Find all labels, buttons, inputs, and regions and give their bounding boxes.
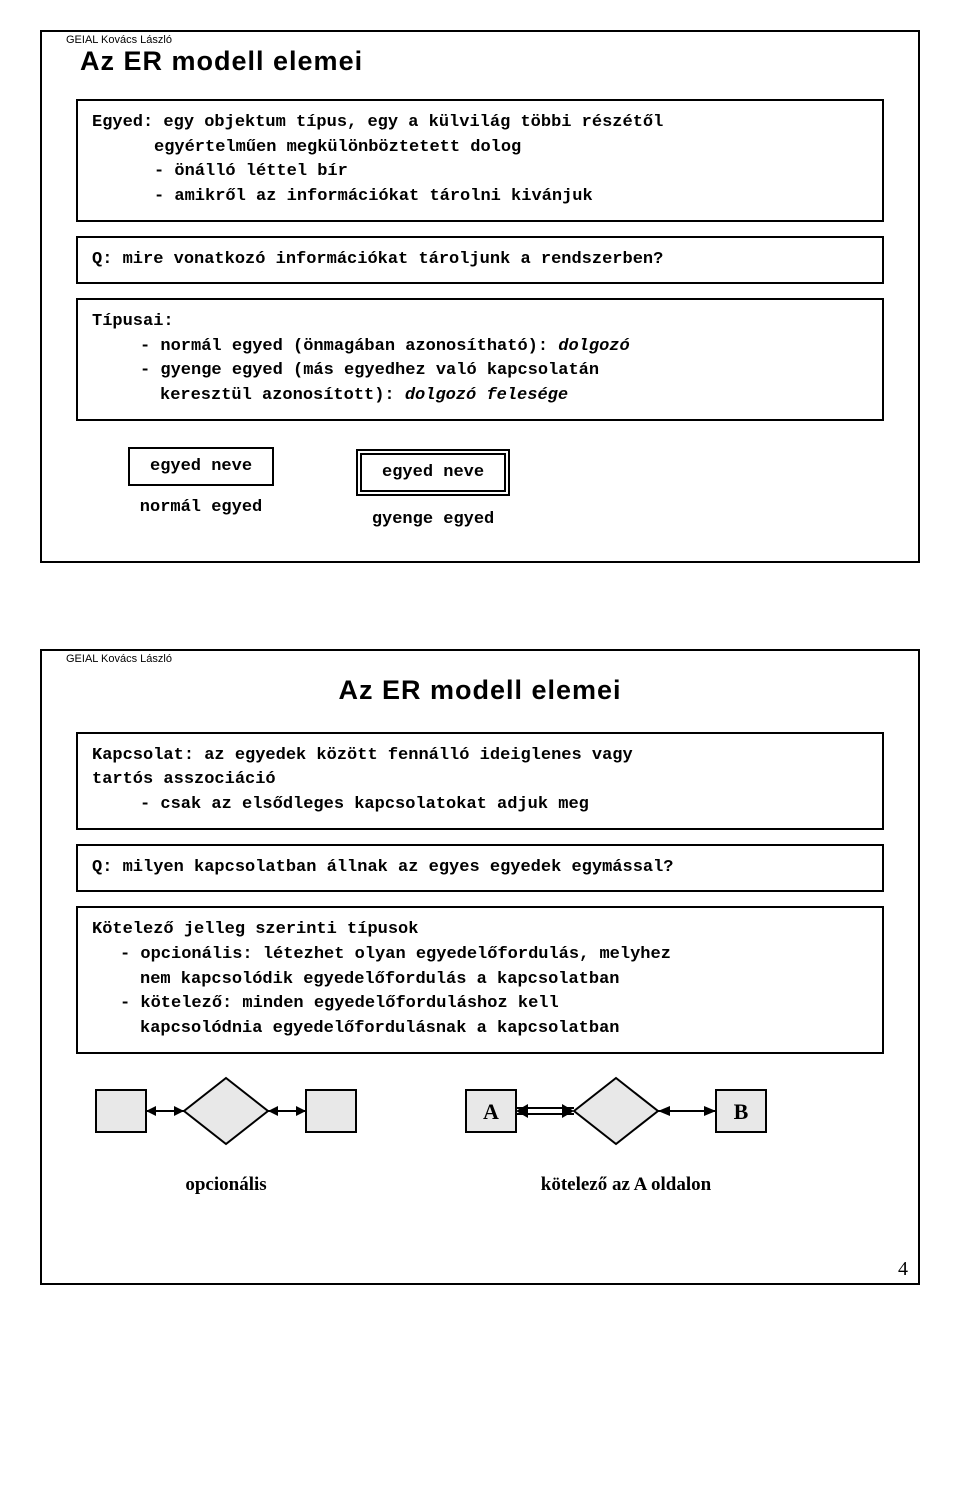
weak-entity-figure: egyed neve gyenge egyed [354,447,512,529]
text-line: - amikről az információkat tárolni kiván… [92,185,868,210]
slide2-box-types: Kötelező jelleg szerinti típusok - opcio… [76,906,884,1053]
text-line: nem kapcsolódik egyedelőfordulás a kapcs… [92,968,868,993]
slide1-figure-row: egyed neve normál egyed egyed neve gyeng… [128,447,884,529]
label-b: B [734,1099,749,1124]
text-line: - csak az elsődleges kapcsolatokat adjuk… [92,793,868,818]
text-line: - gyenge egyed (más egyedhez való kapcso… [92,359,868,384]
text-line: Kötelező jelleg szerinti típusok [92,918,868,943]
text-line: Egyed: egy objektum típus, egy a külvilá… [92,111,868,136]
slide-2-frame: Az ER modell elemei Kapcsolat: az egyede… [40,649,920,1285]
text-line: kapcsolódnia egyedelőfordulásnak a kapcs… [92,1017,868,1042]
slide2-box-question: Q: milyen kapcsolatban állnak az egyes e… [76,844,884,893]
page-number: 4 [898,1258,908,1281]
slide2-credit: GEIAL Kovács László [66,653,172,1277]
slide2-diagram: opcionális A B [76,1072,884,1217]
slide1-box-types: Típusai: - normál egyed (önmagában azono… [76,298,884,421]
label-a: A [483,1099,499,1124]
slide-2-title: Az ER modell elemei [76,675,884,706]
text-line: keresztül azonosított): dolgozó felesége [92,384,868,409]
slide-1-frame: Az ER modell elemei Egyed: egy objektum … [40,30,920,563]
text-line: Q: mire vonatkozó információkat tároljun… [92,250,663,269]
text-line: Q: milyen kapcsolatban állnak az egyes e… [92,858,674,877]
text-line: - kötelező: minden egyedelőforduláshoz k… [92,992,868,1017]
text-line: egyértelműen megkülönböztetett dolog [92,136,868,161]
weak-entity-caption: gyenge egyed [372,510,494,529]
weak-entity-box: egyed neve [360,453,506,492]
slide-1-title: Az ER modell elemei [80,46,884,77]
slide1-box-egyed-def: Egyed: egy objektum típus, egy a külvilá… [76,99,884,222]
text-line: - önálló léttel bír [92,160,868,185]
text-line: - normál egyed (önmagában azonosítható):… [92,335,868,360]
text-line: tartós asszociáció [92,768,868,793]
mandatory-caption: kötelező az A oldalon [541,1174,712,1195]
mandatory-diagram: A B [466,1078,766,1195]
text-line: Típusai: [92,310,868,335]
optional-caption: opcionális [185,1174,266,1195]
slide1-box-question: Q: mire vonatkozó információkat tároljun… [76,236,884,285]
er-relation-diagram: opcionális A B [76,1072,856,1212]
slide2-box-relation-def: Kapcsolat: az egyedek között fennálló id… [76,732,884,830]
text-line: - opcionális: létezhet olyan egyedelőfor… [92,943,868,968]
slide1-credit: GEIAL Kovács László [66,34,172,555]
text-line: Kapcsolat: az egyedek között fennálló id… [92,744,868,769]
